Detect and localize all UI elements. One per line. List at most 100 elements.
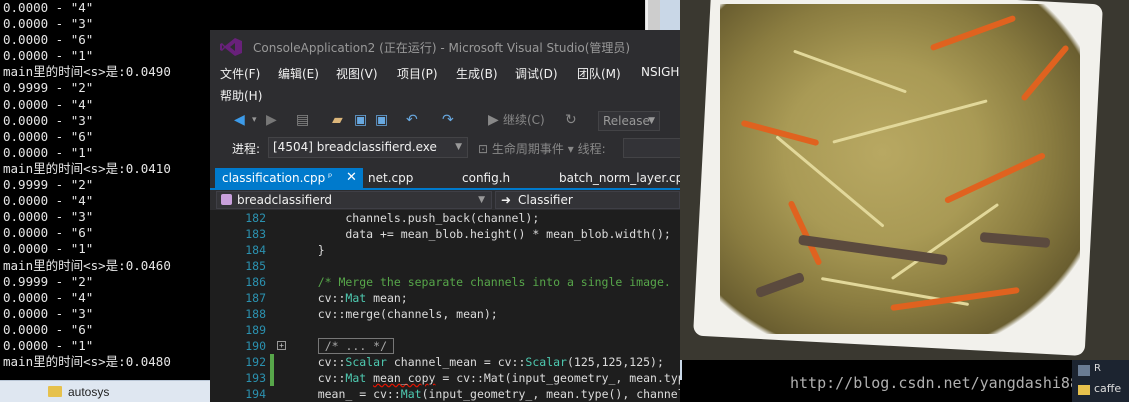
menu-nsight[interactable]: NSIGH <box>641 65 679 79</box>
code-editor[interactable]: 182 channels.push_back(channel); 183 data… <box>210 210 680 402</box>
tab-net-cpp[interactable]: net.cpp <box>368 168 413 188</box>
code-line[interactable]: 184 } <box>210 242 680 258</box>
thread-dropdown[interactable] <box>623 138 680 158</box>
menu-view[interactable]: 视图(V) <box>336 65 378 82</box>
window-title: ConsoleApplication2 (正在运行) - Microsoft V… <box>253 41 631 55</box>
close-icon[interactable]: ✕ <box>346 168 357 188</box>
code-line[interactable]: 182 channels.push_back(channel); <box>210 210 680 226</box>
code-segment: (125,125,125); <box>566 355 664 369</box>
save-all-icon[interactable]: ▣ <box>375 111 388 129</box>
open-file-icon[interactable]: ▰ <box>332 111 343 129</box>
code-text: /* Merge the separate channels into a si… <box>290 274 671 290</box>
lifecycle-events-button[interactable]: ⊡ 生命周期事件 ▾ 线程: <box>478 140 606 157</box>
tab-label: classification.cpp <box>222 171 326 185</box>
code-segment: mean; <box>366 291 408 305</box>
standard-toolbar: ◀ ▾ ▶ ▤ ▰ ▣ ▣ ↶ ↷ ▶ 继续(C) ↻ Release ▼ <box>210 108 680 134</box>
project-icon <box>221 194 232 205</box>
chevron-down-icon: ▼ <box>478 195 485 205</box>
code-segment: cv::merge(channels, mean); <box>290 307 498 321</box>
new-project-icon[interactable]: ▤ <box>296 111 309 129</box>
scrollbar-thumb[interactable] <box>648 0 660 30</box>
code-segment: channel_mean = cv:: <box>386 355 526 369</box>
scope-dropdown[interactable]: breadclassifierd ▼ <box>216 191 492 209</box>
folder-label-caffe[interactable]: caffe <box>1094 382 1121 395</box>
menu-team[interactable]: 团队(M) <box>577 65 621 82</box>
menu-project[interactable]: 项目(P) <box>397 65 438 82</box>
code-line[interactable]: 193 cv::Mat mean_copy = cv::Mat(input_ge… <box>210 370 680 386</box>
collapsed-region: /* ... */ <box>317 338 395 354</box>
refresh-icon[interactable]: ↻ <box>565 111 577 129</box>
code-text: cv::Mat mean; <box>290 290 408 306</box>
member-value: Classifier <box>518 193 573 207</box>
undo-icon[interactable]: ↶ <box>406 111 418 129</box>
code-text: mean_ = cv::Mat(input_geometry_, mean.ty… <box>290 386 680 402</box>
expand-icon[interactable]: + <box>277 341 286 350</box>
code-line[interactable]: 187 cv::Mat mean; <box>210 290 680 306</box>
back-dropdown-icon[interactable]: ▾ <box>252 111 257 129</box>
code-line[interactable]: 190 + /* ... */ <box>210 338 680 354</box>
code-segment: channels.push_back(channel); <box>290 211 540 225</box>
menu-file[interactable]: 文件(F) <box>220 65 260 82</box>
menu-help[interactable]: 帮助(H) <box>220 87 262 104</box>
lifecycle-icon: ⊡ <box>478 142 492 156</box>
code-text: cv::Scalar channel_mean = cv::Scalar(125… <box>290 354 664 370</box>
arrow-right-icon: ➜ <box>501 193 512 207</box>
code-line[interactable]: 188 cv::merge(channels, mean); <box>210 306 680 322</box>
code-line[interactable]: 189 <box>210 322 680 338</box>
change-marker <box>270 370 274 386</box>
code-line[interactable]: 185 <box>210 258 680 274</box>
code-segment: data += mean_blob.height() * mean_blob.w… <box>290 227 671 241</box>
tab-batch-norm-layer[interactable]: batch_norm_layer.cp <box>559 168 680 188</box>
line-number: 183 <box>245 227 266 241</box>
code-text: /* ... */ <box>290 338 395 354</box>
folder-icon <box>1078 385 1090 395</box>
solution-configuration-dropdown[interactable]: Release ▼ <box>598 111 660 131</box>
code-segment: = cv::Mat(input_geometry_, mean.type(), … <box>442 371 680 385</box>
back-icon[interactable]: ◀ <box>234 111 245 129</box>
line-number: 192 <box>245 355 266 369</box>
menu-edit[interactable]: 编辑(E) <box>278 65 319 82</box>
save-icon[interactable]: ▣ <box>354 111 367 129</box>
code-line[interactable]: 183 data += mean_blob.height() * mean_bl… <box>210 226 680 242</box>
blog-watermark: http://blog.csdn.net/yangdashi888 <box>790 374 1089 392</box>
process-dropdown[interactable]: [4504] breadclassifierd.exe ▼ <box>268 137 468 158</box>
line-number: 193 <box>245 371 266 385</box>
menu-debug[interactable]: 调试(D) <box>515 65 558 82</box>
line-number: 185 <box>245 259 266 273</box>
code-line[interactable]: 194 mean_ = cv::Mat(input_geometry_, mea… <box>210 386 680 402</box>
type-name: Scalar <box>345 355 387 369</box>
code-line[interactable]: 186 /* Merge the separate channels into … <box>210 274 680 290</box>
process-label: 进程: <box>232 142 261 156</box>
line-number: 188 <box>245 307 266 321</box>
code-line[interactable]: 192 cv::Scalar channel_mean = cv::Scalar… <box>210 354 680 370</box>
redo-icon[interactable]: ↷ <box>442 111 454 129</box>
member-dropdown[interactable]: ➜ Classifier <box>495 191 680 209</box>
tray-label-top: R <box>1094 363 1101 374</box>
menu-build[interactable]: 生成(B) <box>456 65 498 82</box>
lifecycle-label: 生命周期事件 <box>491 142 564 156</box>
folder-icon <box>48 386 62 397</box>
line-number: 184 <box>245 243 266 257</box>
tab-config-h[interactable]: config.h <box>462 168 510 188</box>
code-segment: cv:: <box>290 291 346 305</box>
line-number: 187 <box>245 291 266 305</box>
title-bar: ConsoleApplication2 (正在运行) - Microsoft V… <box>210 30 680 64</box>
continue-label[interactable]: 继续(C) <box>503 111 545 129</box>
forward-icon[interactable]: ▶ <box>266 111 277 129</box>
continue-icon[interactable]: ▶ <box>488 111 499 129</box>
code-text: } <box>290 242 325 258</box>
navigation-bar: breadclassifierd ▼ ➜ Classifier <box>210 190 680 210</box>
type-name: Mat <box>345 291 367 305</box>
code-text: data += mean_blob.height() * mean_blob.w… <box>290 226 671 242</box>
folder-label[interactable]: autosys <box>68 385 109 399</box>
pin-icon[interactable]: ᵖ <box>328 168 332 188</box>
explorer-bar: autosys <box>0 380 210 402</box>
code-text: cv::merge(channels, mean); <box>290 306 498 322</box>
chevron-down-icon: ▾ <box>567 142 578 156</box>
line-number: 189 <box>245 323 266 337</box>
visual-studio-window: ConsoleApplication2 (正在运行) - Microsoft V… <box>210 30 680 402</box>
tab-classification-cpp[interactable]: classification.cpp ᵖ ✕ <box>215 168 363 188</box>
scope-value: breadclassifierd <box>237 193 333 207</box>
debug-location-toolbar: 进程: [4504] breadclassifierd.exe ▼ ⊡ 生命周期… <box>210 134 680 162</box>
code-text: cv::Mat mean_copy = cv::Mat(input_geomet… <box>290 370 680 386</box>
